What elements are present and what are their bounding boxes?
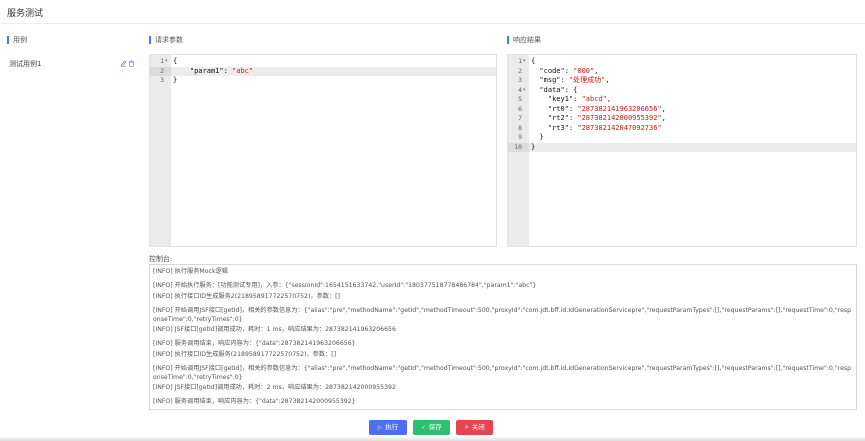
request-params-editor[interactable]: 1 2 3 ▾ { "param1": "abc"} (149, 54, 497, 247)
request-editor-code[interactable]: { "param1": "abc"} (171, 55, 496, 246)
request-code-token: "param1" (173, 66, 224, 75)
save-button[interactable]: ✓ 保存 (413, 420, 450, 435)
response-code-token: , (605, 76, 610, 84)
response-code-token: : (560, 76, 569, 84)
response-code-token: , (594, 66, 599, 75)
response-code-token: "key1" (531, 95, 574, 103)
response-code-token: "287382141963206656" (577, 104, 662, 113)
fold-arrow-icon[interactable]: ▾ (523, 87, 526, 93)
request-code-token: : (223, 66, 233, 75)
close-button[interactable]: ✕ 关闭 (456, 420, 493, 435)
request-code-token: } (173, 76, 178, 84)
response-code-token: "abcd" (581, 95, 607, 103)
response-line-number: 10 (508, 142, 529, 152)
case-list-item[interactable]: 测试用例1 (7, 57, 135, 71)
title-divider (0, 23, 865, 24)
response-code-token: "287382142047092736" (577, 123, 662, 132)
request-code-line: { (171, 57, 496, 67)
response-line-number: 5 (518, 95, 522, 103)
request-line-number: 2 (150, 66, 171, 76)
request-line-number: 3 (160, 76, 164, 84)
play-icon: ▷ (377, 425, 383, 431)
console-log-line: [INFO] JSF接口[getId]调用成功，耗时：1 ms，响应结果为：28… (153, 326, 396, 333)
console-log-line: [INFO] JSF接口[getId]调用成功，耗时：2 ms，响应结果为：28… (153, 384, 396, 391)
request-editor-gutter: 1 2 3 ▾ (150, 55, 171, 246)
response-code-token: "处理成功" (568, 76, 606, 84)
response-code-token: "000" (573, 66, 595, 75)
response-code-line: "code": "000", (529, 67, 856, 77)
response-line-number: 9 (518, 133, 522, 141)
bottom-shadow (0, 436, 865, 441)
response-code-line: "data": { (529, 86, 856, 96)
close-button-label: 关闭 (471, 423, 485, 431)
response-code-line: "rt0": "287382141963206656", (529, 105, 856, 115)
console-log-line: [INFO] 开始调用JSF接口[getId]，相关的参数信息为：{"alias… (153, 307, 852, 323)
response-line-number: 6 (518, 104, 522, 113)
fold-arrow-icon[interactable]: ▾ (523, 58, 526, 64)
request-code-line: } (171, 76, 496, 86)
response-code-token: : (564, 66, 574, 75)
console-log-line: [INFO] 开始执行服务：[功能测试专用]，入参：{"sessionId":1… (153, 282, 537, 289)
response-code-token: : (573, 95, 582, 103)
run-button-label: 执行 (385, 423, 399, 431)
delete-icon[interactable] (128, 60, 135, 67)
response-code-line: } (529, 133, 856, 143)
response-code-token: "287382142000955392" (577, 114, 662, 122)
fold-arrow-icon[interactable]: ▾ (165, 58, 168, 64)
response-code-token: "code" (531, 66, 565, 75)
request-code-token: { (173, 57, 178, 65)
request-section-label: 请求参数 (149, 36, 183, 44)
response-result-editor[interactable]: 1 2 3 4 5 6 7 8 9 10 ▾ ▾ { "code": "000", "msg": "处… (507, 54, 857, 247)
response-code-token: "msg" (531, 76, 561, 84)
console-output[interactable]: [INFO] 执行服务Mock逻辑 [INFO] 开始执行服务：[功能测试专用]，… (149, 264, 857, 410)
console-log-line: [INFO] 执行接口ID生成服务2(218958917722570752)，参… (153, 293, 340, 300)
request-code-token: "abc" (232, 66, 254, 75)
response-code-token: "rt3" (531, 123, 569, 132)
response-code-token: } (531, 142, 536, 151)
response-line-number: 2 (518, 66, 522, 75)
request-code-line: "param1": "abc" (171, 66, 496, 76)
response-code-token: , (661, 114, 666, 122)
case-name: 测试用例1 (9, 60, 42, 68)
response-line-number: 8 (518, 123, 522, 132)
save-button-label: 保存 (428, 423, 442, 431)
console-label: 控制台: (149, 255, 173, 263)
response-code-token: } (531, 133, 544, 141)
response-code-token: "rt2" (531, 114, 569, 122)
cases-section-label: 用例 (7, 36, 27, 44)
response-code-line: "key1": "abcd", (529, 95, 856, 105)
response-code-token: "rt0" (531, 104, 569, 113)
response-editor-code[interactable]: { "code": "000", "msg": "处理成功", "data": … (529, 55, 856, 246)
close-icon: ✕ (464, 425, 469, 431)
console-log-line: [INFO] 开始调用JSF接口[getId]，相关的参数信息为：{"alias… (153, 365, 852, 381)
response-code-token: "data" (531, 85, 565, 94)
response-code-line: "msg": "处理成功", (529, 76, 856, 86)
response-code-token: { (531, 57, 536, 65)
console-log-line: [INFO] 执行接口ID生成服务(218958917722570752)，参数… (153, 351, 337, 358)
response-section-label: 响应结果 (507, 36, 541, 44)
response-code-line: { (529, 57, 856, 67)
response-code-line: "rt2": "287382142000955392", (529, 114, 856, 124)
console-log-line: [INFO] 服务调用结束，响应内容为：{"data":287382141963… (153, 340, 356, 347)
response-line-number: 3 (518, 76, 522, 84)
check-icon: ✓ (421, 425, 426, 431)
console-log-line: [INFO] 执行服务Mock逻辑 (153, 268, 228, 275)
response-code-line: } (529, 142, 856, 152)
run-button[interactable]: ▷ 执行 (369, 420, 407, 435)
console-log-line: [INFO] 服务调用结束，响应内容为：{"data":287382142000… (153, 398, 356, 405)
response-code-line: "rt3": "287382142047092736" (529, 124, 856, 134)
page-title: 服务测试 (7, 9, 44, 19)
response-code-token: , (661, 104, 666, 113)
edit-icon[interactable] (120, 60, 127, 67)
response-code-token: , (606, 95, 612, 103)
response-line-number: 7 (518, 114, 522, 122)
response-editor-gutter: 1 2 3 4 5 6 7 8 9 10 ▾ ▾ (508, 55, 529, 246)
response-code-token: : { (564, 85, 578, 94)
